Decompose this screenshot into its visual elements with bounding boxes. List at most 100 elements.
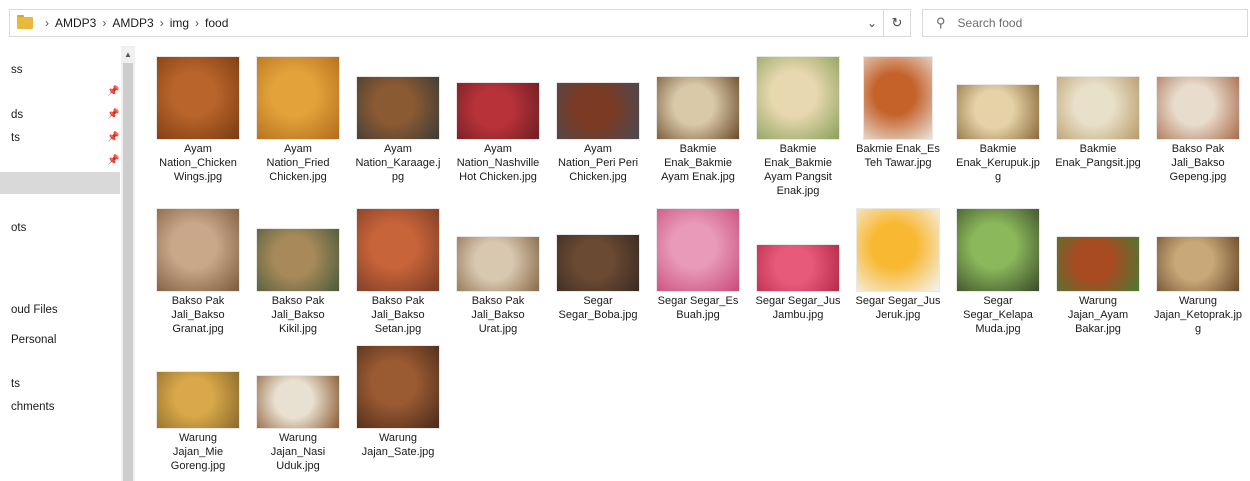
breadcrumb-item[interactable]: AMDP3	[55, 16, 96, 30]
search-input[interactable]	[955, 15, 1210, 31]
image-thumbnail	[556, 234, 640, 292]
pin-icon: 📌	[107, 155, 120, 166]
thumbnail-frame	[350, 50, 446, 140]
image-thumbnail	[1056, 76, 1140, 140]
file-name-line: Bakso Pak	[271, 295, 325, 307]
sidebar-scrollbar[interactable]: ▲	[121, 46, 135, 481]
scrollbar-thumb[interactable]	[123, 63, 133, 481]
file-name-line: Jali_Bakso	[271, 309, 325, 321]
image-thumbnail	[256, 375, 340, 429]
thumbnail-frame	[750, 202, 846, 292]
image-thumbnail	[856, 208, 940, 292]
thumbnail-frame	[550, 50, 646, 140]
file-name-line: Teh Tawar.jpg	[864, 157, 932, 169]
pin-icon: 📌	[107, 109, 120, 120]
nav-item[interactable]: ss	[11, 64, 23, 76]
file-name-line: Nation_Peri Peri	[557, 157, 639, 169]
file-name: Ayam Nation_Fried Chicken.jpg	[250, 142, 346, 184]
search-icon: ⚲	[936, 15, 946, 30]
file-name: Segar Segar_Boba.jpg	[550, 294, 646, 322]
breadcrumb-item[interactable]: food	[205, 16, 228, 30]
file-name-line: Bakso Pak	[1171, 143, 1225, 155]
file-name: Warung Jajan_Ketoprak.jp g	[1150, 294, 1246, 336]
search-box[interactable]: ⚲	[922, 9, 1248, 37]
thumbnail-frame	[250, 202, 346, 292]
file-name: Ayam Nation_Chicken Wings.jpg	[150, 142, 246, 184]
image-thumbnail	[1056, 236, 1140, 292]
file-name-line: Nation_Chicken	[159, 157, 237, 169]
nav-item[interactable]: Personal	[11, 334, 56, 346]
file-name-line: Ayam Enak.jpg	[661, 171, 735, 183]
file-name: Bakmie Enak_Bakmie Ayam Pangsit Enak.jpg	[750, 142, 846, 198]
file-name-line: Wings.jpg	[173, 171, 223, 183]
thumbnail-frame	[850, 202, 946, 292]
file-name: Warung Jajan_Nasi Uduk.jpg	[250, 431, 346, 473]
file-name-line: Bakmie	[679, 143, 717, 155]
file-name-line: Muda.jpg	[975, 323, 1021, 335]
scroll-up-icon[interactable]: ▲	[121, 50, 135, 59]
file-name-line: Granat.jpg	[172, 323, 224, 335]
chevron-down-icon[interactable]: ⌄	[861, 16, 883, 30]
thumbnail-frame	[550, 202, 646, 292]
nav-item[interactable]: ts	[11, 378, 20, 390]
breadcrumb: › AMDP3 › AMDP3 › img › food	[39, 16, 228, 30]
file-name: Ayam Nation_Karaage.j pg	[350, 142, 446, 184]
file-name-line: Jajan_Mie	[172, 446, 224, 458]
nav-item[interactable]: ts	[11, 132, 20, 144]
thumbnail-frame	[450, 202, 546, 292]
thumbnail-frame	[1050, 50, 1146, 140]
nav-item[interactable]: oud Files	[11, 304, 58, 316]
file-name: Bakmie Enak_Bakmie Ayam Enak.jpg	[650, 142, 746, 184]
thumbnail-frame	[150, 339, 246, 429]
nav-selected-highlight	[0, 172, 120, 194]
file-name-line: Hot Chicken.jpg	[459, 171, 537, 183]
refresh-icon[interactable]: ↻	[883, 10, 910, 36]
file-name-line: Ayam	[384, 143, 412, 155]
image-thumbnail	[156, 208, 240, 292]
file-name-line: Nation_Nashville	[456, 157, 540, 169]
file-name: Segar Segar_Jus Jeruk.jpg	[850, 294, 946, 322]
image-thumbnail	[956, 84, 1040, 140]
file-name-line: Bakso Pak	[171, 295, 225, 307]
image-thumbnail	[356, 208, 440, 292]
file-name-line: Segar Segar_Jus	[755, 295, 841, 307]
file-name-line: Jali_Bakso	[171, 309, 225, 321]
thumbnail-frame	[950, 202, 1046, 292]
file-name: Ayam Nation_Nashville Hot Chicken.jpg	[450, 142, 546, 184]
image-thumbnail	[356, 76, 440, 140]
file-name-line: Kikil.jpg	[279, 323, 317, 335]
file-name-line: Bakmie	[1079, 143, 1117, 155]
image-thumbnail	[256, 56, 340, 140]
file-name-line: Jambu.jpg	[772, 309, 824, 321]
folder-icon	[17, 15, 33, 29]
file-name: Segar Segar_Es Buah.jpg	[650, 294, 746, 322]
breadcrumb-item[interactable]: img	[170, 16, 189, 30]
nav-item[interactable]: ds	[11, 109, 23, 121]
image-thumbnail	[756, 56, 840, 140]
pin-icon: 📌	[107, 86, 120, 97]
thumbnail-frame	[350, 202, 446, 292]
nav-item[interactable]: chments	[11, 401, 54, 413]
file-name-line: Bakmie	[779, 143, 817, 155]
thumbnail-frame	[750, 50, 846, 140]
address-bar[interactable]: › AMDP3 › AMDP3 › img › food ⌄ ↻	[9, 9, 911, 37]
image-thumbnail	[156, 56, 240, 140]
file-name-line: Nation_Fried	[266, 157, 330, 169]
image-thumbnail	[656, 76, 740, 140]
file-name-line: Ayam Pangsit	[764, 171, 832, 183]
breadcrumb-item[interactable]: AMDP3	[112, 16, 153, 30]
thumbnail-frame	[950, 50, 1046, 140]
breadcrumb-separator: ›	[159, 16, 164, 30]
image-thumbnail	[656, 208, 740, 292]
breadcrumb-separator: ›	[45, 16, 49, 30]
image-thumbnail	[956, 208, 1040, 292]
file-name: Bakso Pak Jali_Bakso Kikil.jpg	[250, 294, 346, 336]
nav-item[interactable]: ots	[11, 222, 26, 234]
image-thumbnail	[1156, 76, 1240, 140]
file-name-line: Goreng.jpg	[170, 460, 226, 472]
file-name: Bakmie Enak_Pangsit.jpg	[1050, 142, 1146, 170]
file-name-line: g	[994, 171, 1002, 183]
file-name-line: Warung	[278, 432, 318, 444]
thumbnail-frame	[150, 202, 246, 292]
file-name-line: Segar	[583, 295, 613, 307]
